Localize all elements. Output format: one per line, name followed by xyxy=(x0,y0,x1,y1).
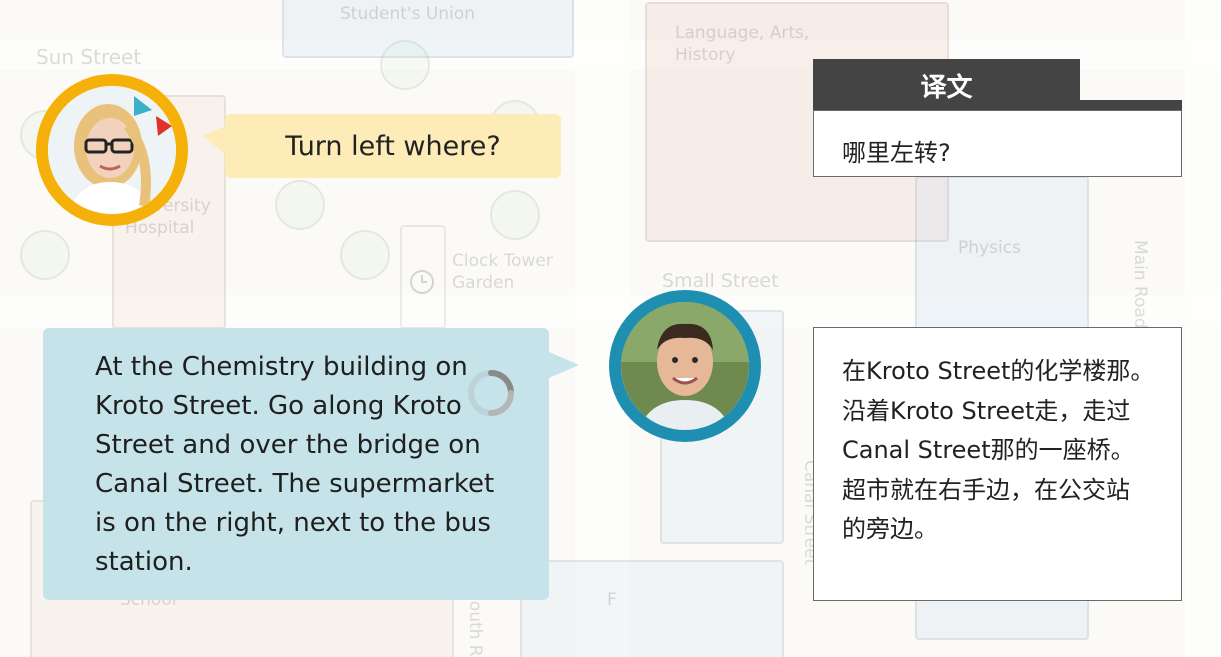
answer-translation-line: Canal Street那的一座桥。 xyxy=(842,436,1135,464)
map-label-physics: Physics xyxy=(958,238,1021,258)
answer-line: Street and over the bridge on xyxy=(95,430,481,460)
tree-icon xyxy=(380,40,430,90)
answer-line: Kroto Street. Go along Kroto xyxy=(95,391,462,421)
translation-tab-label: 译文 xyxy=(920,72,973,103)
man-portrait-icon xyxy=(621,302,749,430)
woman-portrait-icon xyxy=(48,86,176,214)
speaker-avatar-man xyxy=(609,290,761,442)
loading-spinner-icon xyxy=(468,370,514,416)
clock-icon xyxy=(410,270,434,294)
translation-tab: 译文 xyxy=(813,59,1080,111)
answer-translation-line: 超市就在右手边，在公交站 xyxy=(842,475,1130,504)
speaker-avatar-woman xyxy=(36,74,188,226)
map-building xyxy=(520,560,784,657)
road xyxy=(1185,0,1221,657)
answer-line: At the Chemistry building on xyxy=(95,352,468,382)
tree-icon xyxy=(340,230,390,280)
answer-translation-line: 沿着Kroto Street走，走过 xyxy=(842,396,1131,425)
map-label-clock-tower-garden: Clock Tower Garden xyxy=(452,251,553,293)
answer-translation-box: 在Kroto Street的化学楼那。 沿着Kroto Street走，走过 C… xyxy=(813,327,1182,601)
question-speech-bubble: Turn left where? xyxy=(203,114,561,178)
map-label-main-road: Main Road xyxy=(1130,240,1150,329)
map-label-students-union: Student's Union xyxy=(340,4,475,24)
bubble-tail xyxy=(203,126,225,154)
map-label-language-arts-history: Language, Arts, History xyxy=(675,23,810,65)
tree-icon xyxy=(490,190,540,240)
bubble-tail xyxy=(549,352,579,378)
answer-translation-line: 在Kroto Street的化学楼那。 xyxy=(842,357,1155,385)
answer-line: station. xyxy=(95,547,193,577)
question-translation-text: 哪里左转? xyxy=(842,139,951,167)
answer-line: Canal Street. The supermarket xyxy=(95,469,495,499)
map-label-sun-street: Sun Street xyxy=(36,45,142,69)
question-translation-box: 哪里左转? xyxy=(813,110,1182,177)
answer-line: is on the right, next to the bus xyxy=(95,508,491,538)
tree-icon xyxy=(275,180,325,230)
map-label-f: F xyxy=(607,590,617,610)
tree-icon xyxy=(20,230,70,280)
lesson-screen: Sun Street Student's Union Language, Art… xyxy=(0,0,1221,657)
question-text: Turn left where? xyxy=(285,130,501,162)
answer-translation-line: 的旁边。 xyxy=(842,515,938,543)
map-label-small-street: Small Street xyxy=(662,270,779,292)
